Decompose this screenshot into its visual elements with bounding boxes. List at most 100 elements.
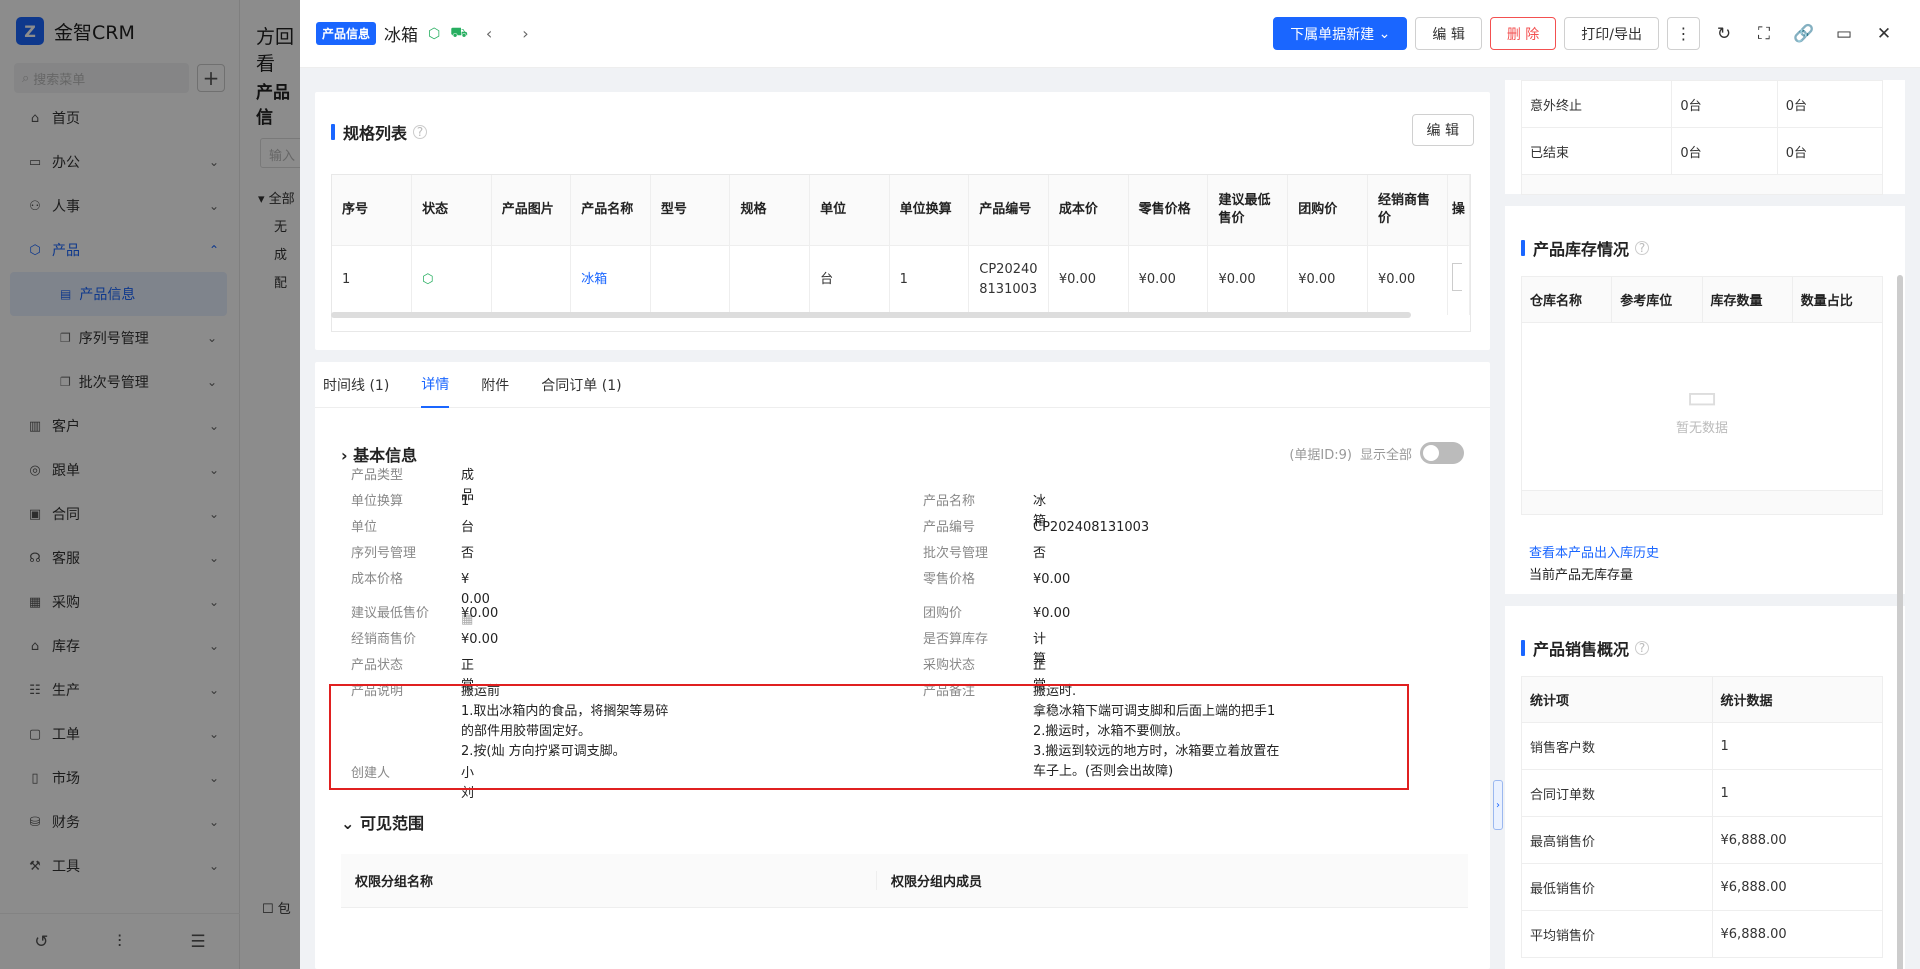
empty-row: ▭ 暂无数据 — [1521, 322, 1883, 491]
type-tag: 产品信息 — [316, 22, 377, 45]
cell-status: ⬡ — [411, 244, 492, 315]
refresh-icon[interactable]: ↻ — [1708, 18, 1740, 50]
cell-image — [491, 244, 572, 315]
show-all-label: 显示全部 — [1359, 447, 1412, 463]
cell: ¥0.00 — [1207, 244, 1289, 315]
col-header: 统计项 — [1521, 676, 1713, 723]
basic-info-title: 基本信息 — [353, 446, 418, 465]
col-header: 序号 — [332, 175, 413, 245]
new-sub-document-button[interactable]: 下属单据新建 ⌄ — [1273, 17, 1408, 50]
highlight-box — [329, 684, 1409, 790]
col-header: 经销商售价 — [1367, 175, 1448, 245]
field-label: 批次号管理 — [923, 546, 989, 561]
link-icon[interactable]: 🔗 — [1788, 18, 1820, 50]
close-icon[interactable]: ✕ — [1868, 18, 1900, 50]
table-row — [1521, 174, 1883, 195]
dock-icon[interactable]: ▭ — [1828, 18, 1860, 50]
basic-info-header[interactable]: › 基本信息 — [341, 442, 417, 466]
field-label: 产品编号 — [923, 520, 976, 535]
col-header: 零售价格 — [1128, 175, 1209, 245]
field-value: ¥0.00 — [461, 606, 499, 621]
drawer-title: 冰箱 — [384, 26, 419, 46]
cell: ¥0.00 — [1048, 244, 1129, 315]
stock-history-link[interactable]: 查看本产品出入库历史 — [1529, 542, 1659, 561]
cell: 意外终止 — [1521, 80, 1673, 128]
visible-scope-header[interactable]: ⌄ 可见范围 — [341, 810, 424, 834]
table-row: 已结束 0台 0台 — [1521, 127, 1884, 175]
chevron-down-icon: ⌄ — [1378, 25, 1391, 42]
field-label: 采购状态 — [923, 658, 976, 673]
cell: 0台 — [1671, 80, 1778, 128]
col-header: 建议最低售价 — [1207, 175, 1289, 245]
tab-contract-orders[interactable]: 合同订单 (1) — [541, 362, 621, 408]
vertical-scrollbar[interactable] — [1897, 275, 1903, 969]
next-arrow-icon[interactable]: › — [522, 24, 528, 43]
fullscreen-icon[interactable]: ⛶ — [1748, 18, 1780, 50]
field-value: 否 — [461, 546, 475, 561]
cell: 销售客户数 — [1521, 722, 1713, 770]
visible-scope-title: 可见范围 — [359, 814, 424, 833]
col-header: 权限分组名称 — [341, 871, 877, 890]
tab-attachments[interactable]: 附件 — [481, 362, 509, 408]
empty-state: ▭ 暂无数据 — [1521, 322, 1883, 491]
drawer-main: 规格列表 ? 编 辑 序号 状态 产品图片 产品名称 型号 规格 单位 单位换算… — [315, 80, 1490, 969]
title-bar — [331, 124, 335, 140]
status-table: 意外终止 0台 0台 已结束 0台 0台 — [1521, 80, 1884, 195]
table-row: 平均销售价 ¥6,888.00 — [1521, 910, 1884, 958]
help-icon[interactable]: ? — [413, 125, 428, 139]
help-icon[interactable]: ? — [1635, 241, 1650, 255]
field-value: ¥0.00 — [1033, 606, 1071, 621]
field-label: 团购价 — [923, 606, 963, 621]
cell-action[interactable] — [1447, 244, 1470, 315]
cell — [1521, 490, 1883, 515]
cell: 0台 — [1777, 80, 1884, 128]
table-header-row: 仓库名称 参考库位 库存数量 数量占比 — [1521, 276, 1884, 323]
sales-title: 产品销售概况 ? — [1521, 636, 1650, 660]
empty-text: 暂无数据 — [1675, 421, 1728, 436]
stock-title-text: 产品库存情况 — [1533, 240, 1630, 259]
more-icon[interactable]: ⋮ — [1667, 17, 1700, 50]
spec-table: 序号 状态 产品图片 产品名称 型号 规格 单位 单位换算 产品编号 成本价 零… — [331, 174, 1471, 332]
horizontal-scrollbar[interactable] — [331, 312, 1411, 318]
tab-details[interactable]: 详情 — [421, 362, 450, 408]
show-all-toggle[interactable] — [1420, 442, 1464, 464]
field-value: 1 — [461, 494, 470, 509]
print-export-button[interactable]: 打印/导出 — [1564, 17, 1659, 50]
field-label: 零售价格 — [923, 572, 976, 587]
edit-button[interactable]: 编 辑 — [1415, 17, 1482, 50]
col-header: 数量占比 — [1792, 276, 1884, 323]
cube-icon: ⬡ — [428, 25, 441, 42]
cell: 最高销售价 — [1521, 816, 1713, 864]
product-name-link[interactable]: 冰箱 — [570, 244, 651, 315]
cell: CP202408131003 — [968, 244, 1049, 315]
field-label: 建议最低售价 — [351, 606, 430, 621]
cell: ¥0.00 — [1287, 244, 1369, 315]
col-header: 产品名称 — [570, 175, 651, 245]
collapse-handle-icon[interactable]: › — [1493, 780, 1503, 830]
stock-table: 仓库名称 参考库位 库存数量 数量占比 ▭ 暂无数据 — [1521, 276, 1884, 515]
tab-timeline[interactable]: 时间线 (1) — [323, 362, 389, 408]
cell: ¥6,888.00 — [1712, 816, 1884, 864]
help-icon[interactable]: ? — [1635, 641, 1650, 655]
prev-arrow-icon[interactable]: ‹ — [486, 24, 492, 43]
col-header: 产品编号 — [968, 175, 1049, 245]
stock-title: 产品库存情况 ? — [1521, 236, 1650, 260]
detail-tabs: 时间线 (1) 详情 附件 合同订单 (1) — [315, 362, 1490, 408]
spec-title-text: 规格列表 — [343, 124, 408, 143]
col-header: 权限分组内成员 — [891, 875, 983, 890]
button-label: 下属单据新建 — [1290, 26, 1375, 43]
delete-button[interactable]: 删 除 — [1489, 17, 1557, 50]
cell: 已结束 — [1521, 127, 1673, 175]
table-row: 销售客户数 1 — [1521, 722, 1884, 770]
field-label: 序列号管理 — [351, 546, 417, 561]
doc-id: (单据ID:9) — [1289, 447, 1352, 463]
col-header: 团购价 — [1287, 175, 1369, 245]
visible-scope-table-header: 权限分组名称 权限分组内成员 — [341, 854, 1468, 908]
field-label: 是否算库存 — [923, 632, 989, 647]
spec-edit-button[interactable]: 编 辑 — [1411, 114, 1474, 146]
cell — [729, 244, 811, 315]
field-label: 单位换算 — [351, 494, 404, 509]
table-row[interactable]: 1 ⬡ 冰箱 台 1 CP202408131003 ¥0.00 ¥0.00 ¥0… — [332, 244, 1470, 315]
col-header: 单位 — [809, 175, 890, 245]
modal-overlay[interactable] — [0, 0, 300, 969]
